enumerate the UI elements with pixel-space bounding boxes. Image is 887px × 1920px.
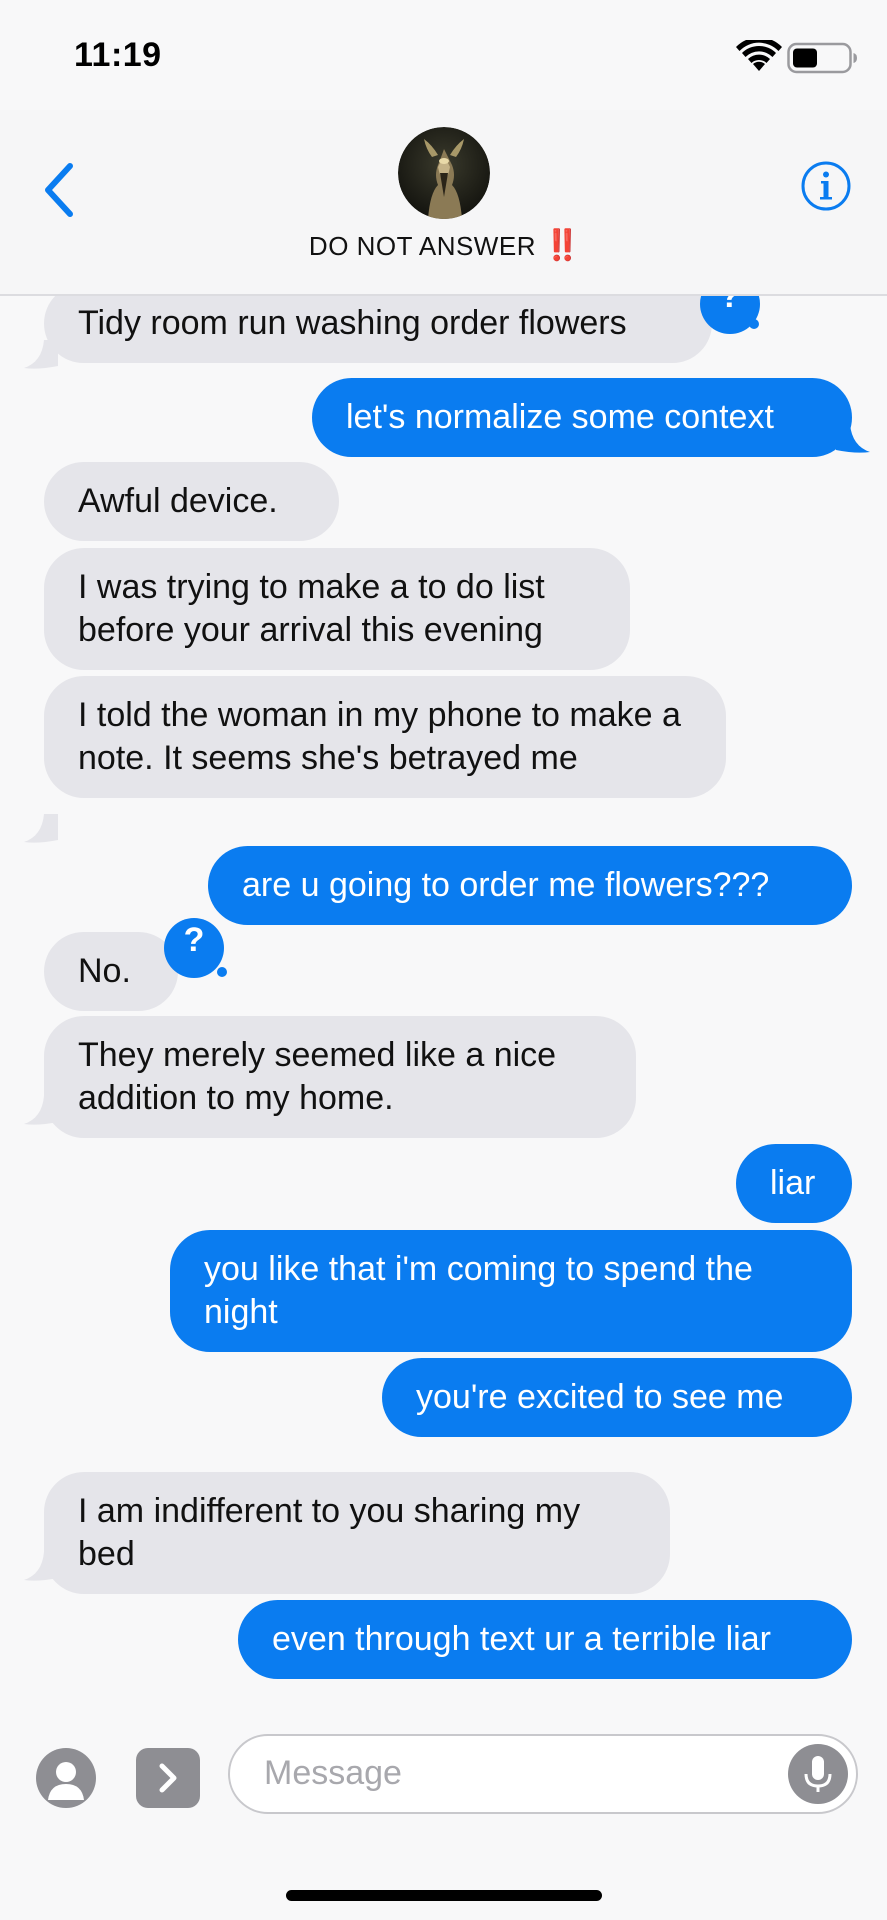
status-time: 11:19 bbox=[74, 36, 162, 74]
svg-text:?: ? bbox=[720, 296, 741, 315]
wifi-icon bbox=[736, 40, 782, 71]
contact-name[interactable]: DO NOT ANSWER ‼️ bbox=[0, 228, 887, 263]
contact-avatar[interactable] bbox=[398, 127, 490, 219]
message-bubble-outgoing[interactable]: let's normalize some context bbox=[312, 378, 852, 457]
message-placeholder: Message bbox=[264, 1754, 402, 1792]
home-indicator[interactable] bbox=[286, 1890, 602, 1901]
message-bubble-incoming[interactable]: No. bbox=[44, 932, 178, 1011]
battery-icon bbox=[787, 42, 857, 74]
question-mark-reaction-icon[interactable]: ? bbox=[160, 918, 230, 988]
chevron-left-icon[interactable] bbox=[36, 158, 86, 222]
bubble-tail bbox=[24, 814, 58, 843]
message-bubble-incoming[interactable]: They merely seemed like a nice addition … bbox=[44, 1016, 636, 1138]
message-bubble-outgoing[interactable]: you're excited to see me bbox=[382, 1358, 852, 1437]
compose-bar: Message bbox=[0, 1720, 887, 1920]
profile-button[interactable] bbox=[36, 1748, 96, 1808]
messages-screen: 11:19 DO NOT ANSWER ‼️ Tidy room run was… bbox=[0, 0, 887, 1920]
message-bubble-incoming[interactable]: I am indifferent to you sharing my bed bbox=[44, 1472, 670, 1594]
svg-text:?: ? bbox=[184, 921, 205, 959]
dictation-button[interactable] bbox=[788, 1744, 848, 1804]
message-bubble-incoming[interactable]: Tidy room run washing order flowers bbox=[44, 296, 712, 363]
message-bubble-incoming[interactable]: I told the woman in my phone to make a n… bbox=[44, 676, 726, 798]
chevron-right-icon bbox=[159, 1763, 177, 1793]
status-bar: 11:19 bbox=[0, 0, 887, 110]
message-thread: Tidy room run washing order flowers ? le… bbox=[0, 296, 887, 1720]
person-icon bbox=[48, 1762, 84, 1800]
message-bubble-outgoing[interactable]: are u going to order me flowers??? bbox=[208, 846, 852, 925]
message-bubble-incoming[interactable]: I was trying to make a to do list before… bbox=[44, 548, 630, 670]
message-bubble-incoming[interactable]: Awful device. bbox=[44, 462, 339, 541]
message-input[interactable]: Message bbox=[228, 1734, 858, 1814]
microphone-icon bbox=[804, 1756, 832, 1792]
apps-button[interactable] bbox=[136, 1748, 200, 1808]
question-mark-reaction-icon[interactable]: ? bbox=[696, 296, 766, 344]
double-exclamation-emoji: ‼️ bbox=[543, 229, 581, 262]
message-bubble-outgoing[interactable]: liar bbox=[736, 1144, 852, 1223]
conversation-header: DO NOT ANSWER ‼️ bbox=[0, 110, 887, 296]
message-bubble-outgoing[interactable]: even through text ur a terrible liar bbox=[238, 1600, 852, 1679]
contact-name-text: DO NOT ANSWER bbox=[308, 231, 536, 261]
message-bubble-outgoing[interactable]: you like that i'm coming to spend the ni… bbox=[170, 1230, 852, 1352]
info-icon[interactable] bbox=[800, 160, 852, 212]
